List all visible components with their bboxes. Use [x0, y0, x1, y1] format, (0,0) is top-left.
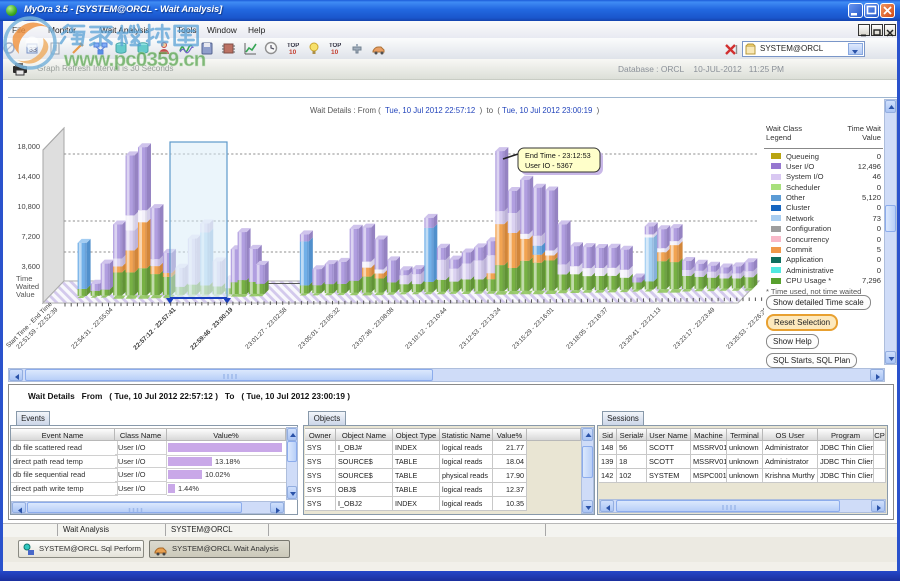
- svg-text:23:12:53 - 23:13:24: 23:12:53 - 23:13:24: [458, 306, 502, 350]
- svg-text:7,200: 7,200: [22, 232, 41, 241]
- svg-text:22:54:31 - 22:55:04: 22:54:31 - 22:55:04: [70, 306, 114, 350]
- svg-text:23:15:29 - 23:16:01: 23:15:29 - 23:16:01: [511, 306, 555, 350]
- svg-text:22:57:12 - 22:57:41: 22:57:12 - 22:57:41: [132, 306, 177, 351]
- svg-text:23:20:41 - 23:21:13: 23:20:41 - 23:21:13: [618, 306, 662, 350]
- svg-text:22:59:46 - 23:00:19: 22:59:46 - 23:00:19: [189, 306, 234, 351]
- svg-text:User IO - 5367: User IO - 5367: [525, 161, 573, 170]
- svg-text:23:01:27 - 23:02:58: 23:01:27 - 23:02:58: [244, 306, 288, 350]
- svg-text:3,600: 3,600: [22, 262, 41, 271]
- svg-text:10,800: 10,800: [17, 202, 40, 211]
- svg-text:Start Time - End Time: Start Time - End Time: [5, 300, 54, 349]
- svg-text:23:10:12 - 23:10:44: 23:10:12 - 23:10:44: [404, 306, 448, 350]
- svg-text:23:18:05 - 23:18:37: 23:18:05 - 23:18:37: [565, 306, 609, 350]
- svg-text:Value: Value: [16, 290, 35, 299]
- svg-text:23:05:01 - 23:05:32: 23:05:01 - 23:05:32: [297, 306, 341, 350]
- svg-text:www.pc0359.cn: www.pc0359.cn: [63, 48, 206, 71]
- svg-text:18,000: 18,000: [17, 142, 40, 151]
- svg-text:23:07:36 - 23:08:08: 23:07:36 - 23:08:08: [351, 306, 395, 350]
- svg-text:End Time - 23:12:53: End Time - 23:12:53: [525, 151, 591, 160]
- svg-text:14,400: 14,400: [17, 172, 40, 181]
- svg-text:23:23:17 - 23:23:49: 23:23:17 - 23:23:49: [672, 306, 716, 350]
